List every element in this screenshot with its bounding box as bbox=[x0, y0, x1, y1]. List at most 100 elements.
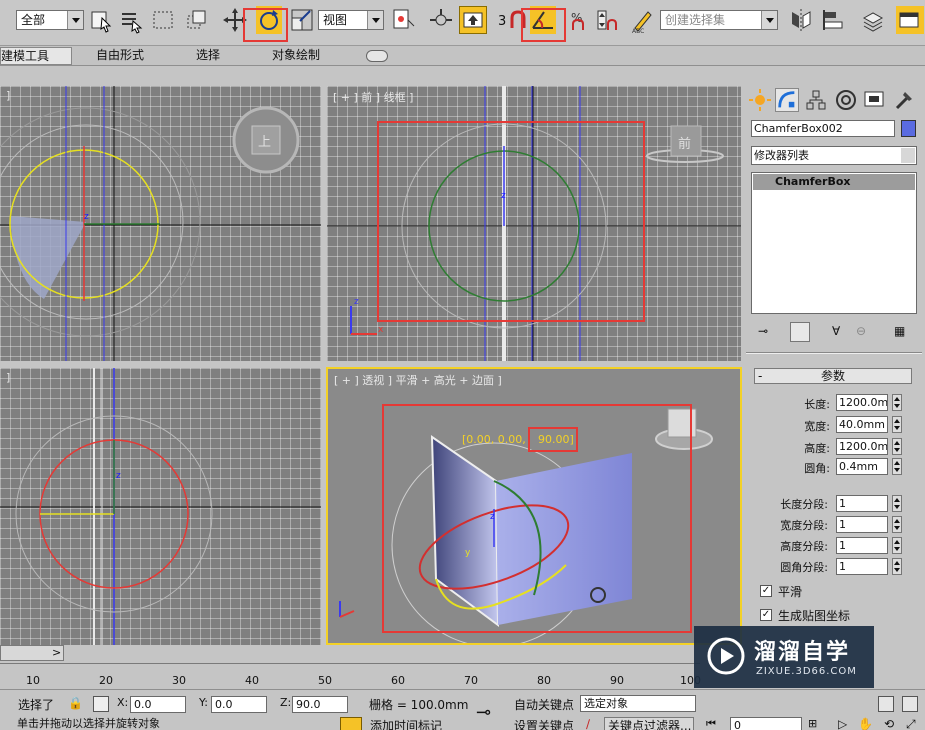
tab-freeform[interactable]: 自由形式 bbox=[96, 47, 144, 65]
spinner-snap-icon[interactable] bbox=[594, 6, 618, 34]
hierarchy-icon[interactable] bbox=[804, 88, 828, 112]
window-crossing-icon[interactable] bbox=[184, 6, 210, 34]
ribbon-toggle-icon[interactable] bbox=[366, 50, 388, 62]
lock-selection-icon[interactable]: 🔒 bbox=[68, 696, 83, 710]
object-name-input[interactable]: ChamferBox002 bbox=[751, 120, 895, 137]
show-end-result-icon[interactable] bbox=[790, 322, 810, 342]
selection-filter-dropdown[interactable]: 全部 bbox=[16, 10, 84, 30]
width-segs-spinner[interactable] bbox=[892, 516, 902, 533]
angle-snap-highlight-box bbox=[521, 8, 566, 42]
tick-label: 60 bbox=[391, 674, 405, 687]
fillet-segs-label: 圆角分段: bbox=[780, 561, 828, 574]
motion-icon[interactable] bbox=[834, 88, 858, 112]
set-key-button[interactable]: 设置关键点 bbox=[514, 717, 574, 730]
fillet-segs-input[interactable]: 1 bbox=[836, 558, 888, 575]
tick-label: 50 bbox=[318, 674, 332, 687]
pivot-center-icon[interactable] bbox=[390, 6, 416, 34]
select-manipulate-icon[interactable] bbox=[428, 6, 454, 34]
layer-manager-icon[interactable] bbox=[860, 6, 886, 34]
rotate-highlight-box bbox=[243, 8, 288, 42]
configure-modifier-sets-icon[interactable]: ▦ bbox=[894, 324, 905, 338]
select-scale-icon[interactable] bbox=[289, 6, 315, 34]
mirror-icon[interactable] bbox=[788, 6, 814, 34]
chevron-down-icon bbox=[901, 148, 915, 163]
time-slider-next[interactable]: > bbox=[52, 646, 61, 659]
object-color-swatch[interactable] bbox=[901, 120, 916, 137]
viewcube-top-face[interactable]: 上 bbox=[258, 131, 274, 150]
create-icon[interactable] bbox=[748, 88, 772, 112]
command-panel: ChamferBox002 修改器列表 ChamferBox ⊸ ∀ ⊖ ▦ 参… bbox=[744, 86, 925, 649]
viewport-front[interactable]: [ + ] 前 ] 线框 ] z z x 前 bbox=[327, 86, 741, 361]
length-segs-input[interactable]: 1 bbox=[836, 495, 888, 512]
tick-label: 70 bbox=[464, 674, 478, 687]
pan-hand-icon[interactable]: ✋ bbox=[858, 717, 873, 730]
remove-modifier-icon[interactable]: ⊖ bbox=[856, 324, 866, 338]
param-fillet-input[interactable]: 0.4mm bbox=[836, 458, 888, 475]
length-segs-spinner[interactable] bbox=[892, 495, 902, 512]
key-filters-button[interactable]: 关键点过滤器... bbox=[604, 717, 694, 730]
keyboard-shortcut-toggle-icon[interactable] bbox=[459, 6, 487, 34]
play-icon[interactable]: ▷ bbox=[838, 717, 847, 730]
rectangular-region-icon[interactable] bbox=[150, 6, 176, 34]
tick-label: 30 bbox=[172, 674, 186, 687]
param-height-input[interactable]: 1200.0mm bbox=[836, 438, 888, 455]
make-unique-icon[interactable]: ∀ bbox=[832, 324, 840, 338]
utilities-icon[interactable] bbox=[892, 88, 916, 112]
current-frame-input[interactable]: 0 bbox=[730, 717, 802, 730]
tab-selection[interactable]: 选择 bbox=[196, 47, 220, 65]
param-height-spinner[interactable] bbox=[892, 438, 902, 455]
param-width-input[interactable]: 40.0mm bbox=[836, 416, 888, 433]
modify-icon[interactable] bbox=[775, 88, 799, 112]
param-length-input[interactable]: 1200.0mm bbox=[836, 394, 888, 411]
param-length-spinner[interactable] bbox=[892, 394, 902, 411]
tab-modeling-tools[interactable]: 建模工具 bbox=[0, 47, 72, 65]
x-coord-input[interactable]: 0.0 bbox=[130, 696, 186, 713]
smooth-checkbox[interactable]: ✓ bbox=[760, 585, 772, 597]
set-keys-icon[interactable]: ∕ bbox=[586, 717, 590, 730]
param-width-spinner[interactable] bbox=[892, 416, 902, 433]
select-by-name-icon[interactable] bbox=[118, 6, 144, 34]
height-segs-spinner[interactable] bbox=[892, 537, 902, 554]
length-segs-label: 长度分段: bbox=[780, 498, 828, 511]
modifier-list-dropdown[interactable]: 修改器列表 bbox=[751, 146, 917, 165]
zoom-extents-icon[interactable] bbox=[878, 696, 894, 712]
maximize-viewport-icon[interactable]: ⤢ bbox=[906, 717, 916, 730]
tab-object-paint[interactable]: 对象绘制 bbox=[272, 47, 320, 65]
select-object-icon[interactable] bbox=[88, 6, 114, 34]
viewport-perspective[interactable]: [ + ] 透视 ] 平滑 + 高光 + 边面 ] z y [0.00, 0.0… bbox=[326, 367, 742, 645]
height-segs-input[interactable]: 1 bbox=[836, 537, 888, 554]
time-tag-icon[interactable] bbox=[340, 717, 362, 730]
ribbon-tabs: 建模工具 自由形式 选择 对象绘制 bbox=[0, 46, 925, 66]
smooth-label: 平滑 bbox=[778, 585, 803, 599]
key-mode-dropdown[interactable]: 选定对象 bbox=[580, 695, 696, 712]
key-icon[interactable]: ⊸ bbox=[476, 702, 491, 723]
zoom-extents-all-icon[interactable] bbox=[902, 696, 918, 712]
align-icon[interactable] bbox=[820, 6, 846, 34]
tick-label: 80 bbox=[537, 674, 551, 687]
y-coord-input[interactable]: 0.0 bbox=[211, 696, 267, 713]
go-to-start-icon[interactable]: ⏮ bbox=[706, 717, 716, 730]
rollout-collapse-icon[interactable]: - bbox=[758, 369, 762, 383]
edit-named-selection-icon[interactable]: ABC bbox=[630, 6, 656, 34]
gen-mapping-checkbox[interactable]: ✓ bbox=[760, 609, 772, 621]
display-icon[interactable] bbox=[862, 88, 886, 112]
width-segs-input[interactable]: 1 bbox=[836, 516, 888, 533]
reference-coord-dropdown[interactable]: 视图 bbox=[318, 10, 384, 30]
add-time-tag[interactable]: 添加时间标记 bbox=[370, 717, 442, 730]
rollout-parameters-title[interactable]: 参数 bbox=[754, 368, 912, 384]
z-coord-input[interactable]: 90.0 bbox=[292, 696, 348, 713]
fillet-segs-spinner[interactable] bbox=[892, 558, 902, 575]
viewport-left[interactable]: ] z bbox=[0, 368, 321, 645]
graphite-tools-icon[interactable] bbox=[896, 6, 924, 34]
orbit-icon[interactable]: ⟲ bbox=[884, 717, 894, 730]
pin-stack-icon[interactable]: ⊸ bbox=[758, 324, 768, 338]
time-config-icon[interactable]: ⊞ bbox=[808, 717, 817, 730]
viewcube-front-face[interactable]: 前 bbox=[678, 133, 691, 152]
auto-key-button[interactable]: 自动关键点 bbox=[514, 696, 574, 713]
absolute-mode-icon[interactable] bbox=[93, 696, 109, 712]
percent-snap-icon[interactable]: % bbox=[566, 6, 590, 34]
viewport-top[interactable]: ] z 上 bbox=[0, 86, 321, 361]
stack-item-chamferbox[interactable]: ChamferBox bbox=[753, 174, 915, 190]
named-selection-dropdown[interactable]: 创建选择集 bbox=[660, 10, 778, 30]
param-fillet-spinner[interactable] bbox=[892, 458, 902, 475]
